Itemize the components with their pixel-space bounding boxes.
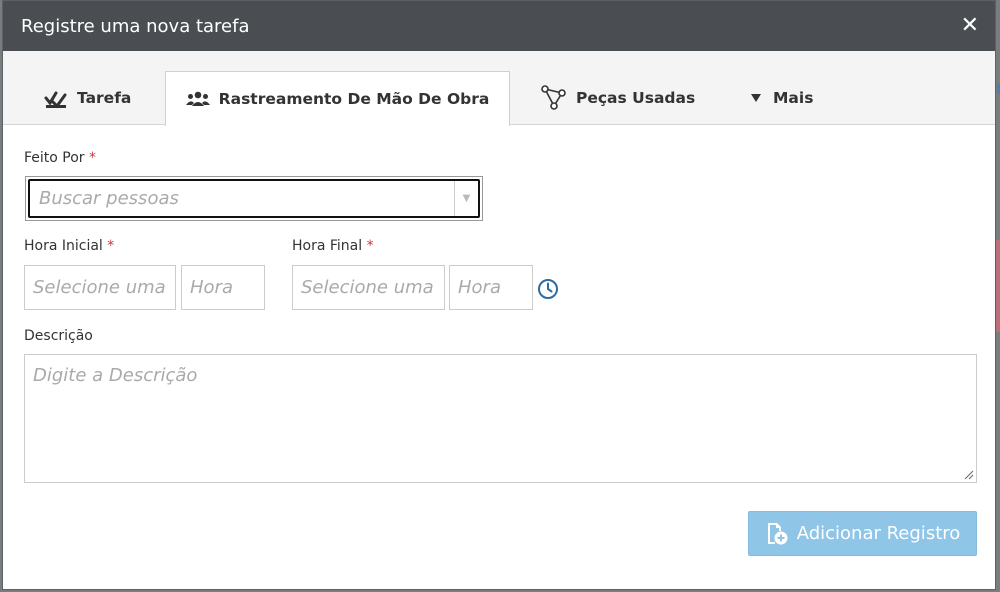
tasks-icon: [44, 91, 67, 109]
add-document-icon: [767, 522, 788, 544]
tab-mais-label: Mais: [773, 89, 814, 107]
tab-bar: Tarefa Rastreamento De Mão De Obra Peças…: [3, 51, 995, 126]
start-time-label: Hora Inicial *: [24, 238, 115, 254]
start-hour-input[interactable]: [181, 265, 265, 310]
tab-rastreamento-mao-de-obra[interactable]: Rastreamento De Mão De Obra: [165, 71, 510, 126]
dropdown-caret-icon[interactable]: ▼: [454, 181, 478, 216]
task-modal: Registre uma nova tarefa ✕ Tarefa Rastre…: [2, 0, 996, 590]
tab-mao-label: Rastreamento De Mão De Obra: [218, 90, 490, 108]
close-icon[interactable]: ✕: [961, 15, 979, 37]
users-icon: [185, 91, 210, 106]
end-date-input[interactable]: [292, 265, 445, 310]
done-by-label: Feito Por *: [24, 150, 97, 166]
start-date-input[interactable]: [24, 265, 176, 310]
tab-tarefa[interactable]: Tarefa: [44, 71, 131, 125]
add-record-button[interactable]: Adicionar Registro: [748, 511, 977, 556]
modal-header: Registre uma nova tarefa ✕: [3, 1, 995, 51]
required-mark: *: [107, 238, 115, 254]
tab-pecas-label: Peças Usadas: [576, 89, 696, 107]
required-mark: *: [89, 150, 97, 166]
description-textarea[interactable]: [24, 354, 977, 483]
end-time-label: Hora Final *: [292, 238, 374, 254]
tab-mais[interactable]: Mais: [749, 71, 813, 125]
add-record-label: Adicionar Registro: [796, 523, 961, 544]
people-search-inner: ▼: [28, 179, 480, 218]
people-search-input[interactable]: [30, 181, 454, 216]
resize-handle-icon[interactable]: [964, 470, 974, 480]
people-search-select[interactable]: ▼: [25, 176, 483, 221]
required-mark: *: [366, 238, 374, 254]
labor-tracking-form: Feito Por * ▼ Hora Inicial * Hora Final …: [3, 125, 995, 589]
tab-pecas-usadas[interactable]: Peças Usadas: [541, 71, 695, 125]
parts-icon: [541, 85, 566, 110]
modal-title: Registre uma nova tarefa: [21, 15, 250, 37]
end-hour-input[interactable]: [449, 265, 533, 310]
description-label: Descrição: [24, 328, 93, 344]
clock-icon[interactable]: [537, 278, 559, 300]
tab-tarefa-label: Tarefa: [77, 89, 132, 107]
caret-down-icon: [751, 94, 761, 102]
